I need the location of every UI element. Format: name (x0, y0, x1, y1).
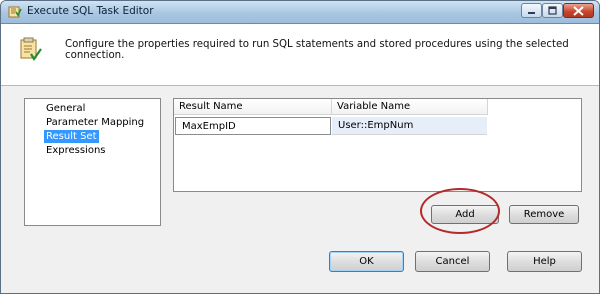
ok-button[interactable]: OK (329, 251, 404, 272)
annotation-circle (420, 188, 500, 234)
help-button[interactable]: Help (507, 251, 582, 272)
nav-item-expressions[interactable]: Expressions (44, 144, 108, 157)
maximize-icon (548, 6, 557, 15)
nav-item-general[interactable]: General (44, 102, 87, 115)
variable-name-cell[interactable]: User::EmpNum (332, 117, 487, 135)
maximize-button[interactable] (542, 3, 563, 18)
close-icon (573, 6, 584, 16)
sql-task-icon (8, 6, 22, 18)
column-header-result-name[interactable]: Result Name (174, 99, 332, 115)
page-navigation-list: General Parameter Mapping Result Set Exp… (24, 98, 161, 226)
title-bar[interactable]: Execute SQL Task Editor (1, 1, 599, 24)
result-name-cell[interactable]: MaxEmpID (175, 117, 331, 135)
header-description: Configure the properties required to run… (65, 39, 569, 61)
minimize-icon (528, 12, 535, 14)
close-button[interactable] (563, 3, 594, 18)
window-title: Execute SQL Task Editor (27, 5, 154, 17)
column-header-variable-name[interactable]: Variable Name (332, 99, 488, 115)
cancel-button[interactable]: Cancel (415, 251, 490, 272)
nav-item-parameter-mapping[interactable]: Parameter Mapping (44, 116, 146, 129)
minimize-button[interactable] (521, 3, 542, 18)
task-properties-icon (20, 37, 42, 62)
nav-item-result-set[interactable]: Result Set (44, 130, 99, 143)
remove-button[interactable]: Remove (509, 205, 579, 224)
result-set-grid[interactable]: Result Name Variable Name MaxEmpID User:… (173, 98, 582, 192)
dialog-window: Execute SQL Task Editor Configure the pr… (0, 0, 600, 294)
header-panel: Configure the properties required to run… (1, 24, 599, 86)
